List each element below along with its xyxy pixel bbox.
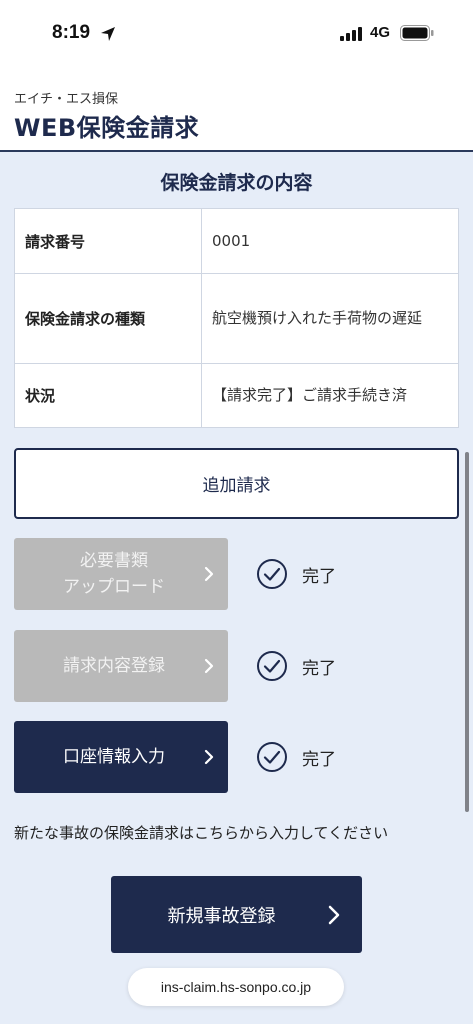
add-claim-button[interactable]: 追加請求 — [14, 448, 459, 519]
upload-documents-button[interactable]: 必要書類 アップロード — [14, 538, 228, 610]
url-bar[interactable]: ins-claim.hs-sonpo.co.jp — [128, 968, 344, 1006]
page-title: WEB保険金請求 — [14, 114, 200, 142]
network-label: 4G — [370, 24, 391, 41]
new-accident-button[interactable]: 新規事故登録 — [111, 876, 362, 953]
chevron-right-icon — [328, 905, 340, 924]
check-circle-icon — [257, 742, 287, 772]
chevron-right-icon — [204, 658, 214, 674]
claim-info-table: 請求番号 0001 保険金請求の種類 航空機預け入れた手荷物の遅延 状況 【請求… — [14, 208, 459, 428]
step-status: 完了 — [256, 649, 396, 683]
status-text: 完了 — [302, 658, 336, 679]
step-label: 必要書類 アップロード — [63, 548, 179, 600]
signal-icon — [340, 27, 362, 41]
table-row: 状況 【請求完了】ご請求手続き済 — [14, 363, 459, 428]
row-value: 【請求完了】ご請求手続き済 — [201, 363, 459, 428]
step-label: 請求内容登録 — [63, 656, 165, 676]
battery-icon — [400, 25, 434, 41]
claim-content-button[interactable]: 請求内容登録 — [14, 630, 228, 702]
step-status: 完了 — [256, 740, 396, 774]
row-label: 請求番号 — [14, 208, 202, 274]
section-title: 保険金請求の内容 — [160, 172, 313, 194]
table-row: 請求番号 0001 — [14, 208, 459, 274]
scrollbar[interactable] — [465, 452, 469, 812]
status-time: 8:19 — [52, 22, 91, 43]
step-label-text: 必要書類 アップロード — [63, 551, 165, 597]
chevron-right-icon — [204, 566, 214, 582]
row-label: 保険金請求の種類 — [14, 273, 202, 364]
status-bar: 8:19 4G — [0, 0, 473, 72]
table-row: 保険金請求の種類 航空機預け入れた手荷物の遅延 — [14, 273, 459, 364]
row-value: 0001 — [201, 208, 459, 274]
step-label: 口座情報入力 — [63, 747, 165, 767]
chevron-right-icon — [204, 749, 214, 765]
check-circle-icon — [257, 651, 287, 681]
app-header: エイチ・エス損保 WEB保険金請求 — [0, 72, 473, 152]
step-status: 完了 — [256, 557, 396, 591]
company-name: エイチ・エス損保 — [14, 92, 119, 107]
button-label: 新規事故登録 — [167, 905, 276, 927]
new-claim-note: 新たな事故の保険金請求はこちらから入力してください — [14, 824, 389, 842]
account-info-button[interactable]: 口座情報入力 — [14, 721, 228, 793]
status-text: 完了 — [302, 749, 336, 770]
row-label: 状況 — [14, 363, 202, 428]
check-circle-icon — [257, 559, 287, 589]
row-value: 航空機預け入れた手荷物の遅延 — [201, 273, 459, 364]
status-text: 完了 — [302, 566, 336, 587]
location-arrow-icon — [101, 27, 115, 41]
